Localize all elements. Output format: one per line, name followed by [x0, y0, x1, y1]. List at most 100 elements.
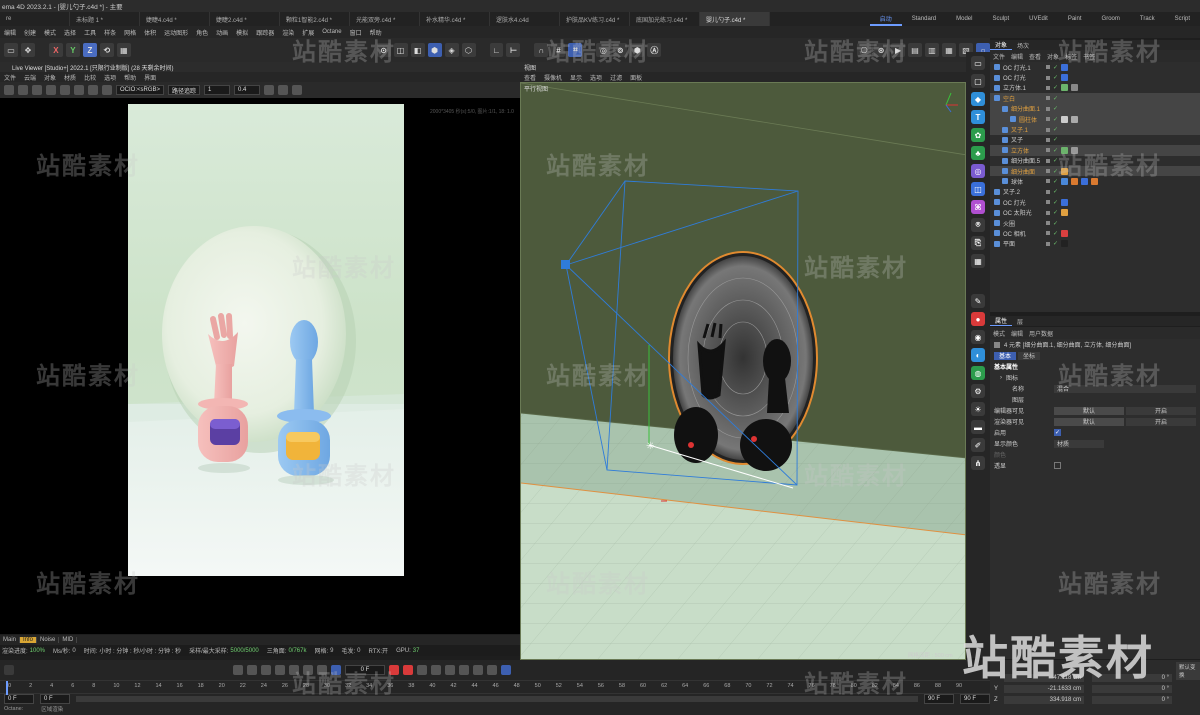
camera-icon-side[interactable]: ⌾: [971, 218, 985, 232]
check-icon[interactable]: ✓: [1053, 240, 1058, 247]
layout-tab[interactable]: Script: [1165, 12, 1200, 26]
viewport-menu-item[interactable]: 显示: [566, 73, 586, 82]
layout-tab[interactable]: Model: [946, 12, 982, 26]
clay-icon[interactable]: [32, 85, 42, 95]
visibility-dot-icon[interactable]: [1046, 189, 1050, 194]
display-color-select[interactable]: 材质: [1054, 439, 1104, 448]
auto-key-icon[interactable]: [403, 665, 413, 675]
menu-item[interactable]: 编辑: [0, 28, 20, 37]
undo-icon[interactable]: ▭: [4, 43, 18, 57]
model-mode-icon[interactable]: ⬢: [427, 43, 442, 57]
min-frame-field[interactable]: 0 F: [4, 694, 34, 704]
viewport-menu-item[interactable]: 过滤: [606, 73, 626, 82]
live-viewer-menu-item[interactable]: 选项: [100, 73, 120, 82]
check-icon[interactable]: ✓: [1053, 199, 1058, 206]
render-settings-icon[interactable]: ⎔: [857, 43, 872, 57]
layout-tab[interactable]: Groom: [1092, 12, 1130, 26]
live-viewer-menu-item[interactable]: 文件: [0, 73, 20, 82]
sun-icon[interactable]: ☀: [971, 402, 985, 416]
lock-icon[interactable]: [74, 85, 84, 95]
object-tag[interactable]: [1081, 177, 1089, 185]
check-icon[interactable]: ✓: [1053, 136, 1058, 143]
visibility-dot-icon[interactable]: [1046, 75, 1050, 80]
param-key-icon[interactable]: [473, 665, 483, 675]
menu-item[interactable]: 窗口: [346, 28, 366, 37]
end-frame-field[interactable]: 90 F: [924, 694, 954, 704]
object-manager-tab[interactable]: 场次: [1012, 41, 1034, 50]
render-queue-icon[interactable]: ▥: [925, 43, 940, 57]
object-row[interactable]: OC 灯光.1 ✓: [990, 62, 1200, 72]
goto-end-icon[interactable]: [317, 665, 327, 675]
polygon-mode-icon[interactable]: ◧: [410, 43, 425, 57]
attributes-menu-item[interactable]: 用户数据: [1026, 329, 1056, 338]
object-row[interactable]: 细分曲面.5 ✓: [990, 156, 1200, 166]
range-slider[interactable]: [76, 696, 918, 702]
doc-tab[interactable]: re: [0, 12, 70, 26]
layout-tab[interactable]: Track: [1130, 12, 1165, 26]
timeline-settings-icon[interactable]: [501, 665, 511, 675]
picker-icon[interactable]: [102, 85, 112, 95]
doc-tab[interactable]: 未标题 1 *: [70, 12, 140, 26]
coord-rotation-field[interactable]: 0 °: [1092, 685, 1172, 693]
object-tag[interactable]: [1061, 146, 1069, 154]
live-viewer-menu-item[interactable]: 界面: [140, 73, 160, 82]
keyframe-sel-icon[interactable]: [417, 665, 427, 675]
coord-rotation-field[interactable]: 0 °: [1092, 696, 1172, 704]
object-tag[interactable]: [1071, 84, 1079, 92]
visibility-dot-icon[interactable]: [1046, 148, 1050, 153]
visibility-dot-icon[interactable]: [1046, 158, 1050, 163]
object-tag[interactable]: [1061, 229, 1069, 237]
render-region-icon[interactable]: ◎: [596, 43, 611, 57]
render-view-icon[interactable]: ⊚: [613, 43, 628, 57]
coord-value-field[interactable]: 334.918 cm: [1004, 696, 1084, 704]
magnet-icon[interactable]: ∩: [534, 43, 549, 57]
pos-key-icon[interactable]: [431, 665, 441, 675]
clapper-icon[interactable]: ▤: [908, 43, 923, 57]
live-viewer-tab[interactable]: MID: [59, 637, 78, 643]
check-icon[interactable]: ✓: [1053, 74, 1058, 81]
visibility-dot-icon[interactable]: [1046, 137, 1050, 142]
object-row[interactable]: 细分曲面 ✓: [990, 165, 1200, 177]
visibility-dot-icon[interactable]: [1046, 169, 1050, 174]
nurbs-icon[interactable]: ♣: [971, 146, 985, 160]
object-tag[interactable]: [1061, 115, 1069, 123]
visibility-dot-icon[interactable]: [1046, 96, 1050, 101]
point-mode-icon[interactable]: ⊙: [376, 43, 391, 57]
playhead[interactable]: [6, 681, 8, 695]
check-icon[interactable]: ✓: [1053, 230, 1058, 237]
object-row[interactable]: 火圈 ✓: [990, 218, 1200, 228]
object-row[interactable]: 细分曲面.1 ✓: [990, 103, 1200, 114]
object-manager-menu-item[interactable]: 书签: [1080, 52, 1098, 61]
menu-item[interactable]: 角色: [192, 28, 212, 37]
doc-tab[interactable]: 婕睫4.c4d *: [140, 12, 210, 26]
rect-select-icon[interactable]: ▢: [971, 74, 985, 88]
editor-vis-on[interactable]: 开启: [1126, 406, 1196, 415]
film-icon[interactable]: ▦: [942, 43, 957, 57]
octane-icon[interactable]: ⬢: [630, 43, 645, 57]
brush-icon[interactable]: ✐: [971, 438, 985, 452]
doc-tab[interactable]: 颗粒1智能2.c4d *: [280, 12, 350, 26]
workplane-icon[interactable]: ⌗: [568, 43, 583, 57]
grid-icon[interactable]: ▦: [971, 254, 985, 268]
coord-value-field[interactable]: -21.1633 cm: [1004, 685, 1084, 693]
current-frame-field[interactable]: 0 F: [345, 665, 385, 675]
render-vis-on[interactable]: 开启: [1126, 417, 1196, 426]
region-icon[interactable]: [60, 85, 70, 95]
coord-rotation-field[interactable]: 0 °: [1092, 674, 1172, 682]
doc-tab[interactable]: 底国加光练习.c4d *: [630, 12, 700, 26]
object-row[interactable]: OC 灯光 ✓: [990, 72, 1200, 82]
settings-icon[interactable]: [88, 85, 98, 95]
check-icon[interactable]: ✓: [1053, 126, 1058, 133]
object-manager-menu-item[interactable]: 编辑: [1008, 52, 1026, 61]
object-row[interactable]: 立方体 ✓: [990, 145, 1200, 156]
apply-button[interactable]: 默认变换: [1176, 662, 1200, 680]
object-row[interactable]: 平面 ✓: [990, 239, 1200, 249]
object-manager-menu-item[interactable]: 对象: [1044, 52, 1062, 61]
ocio-select[interactable]: OCIO:<sRGB>: [116, 85, 165, 95]
pla-key-icon[interactable]: [487, 665, 497, 675]
record-key-icon[interactable]: [389, 665, 399, 675]
prev-key-icon[interactable]: [247, 665, 257, 675]
name-field[interactable]: 混合: [1054, 384, 1196, 393]
mograph-icon[interactable]: ⌘: [971, 200, 985, 214]
capsule-icon[interactable]: ▬: [971, 420, 985, 434]
